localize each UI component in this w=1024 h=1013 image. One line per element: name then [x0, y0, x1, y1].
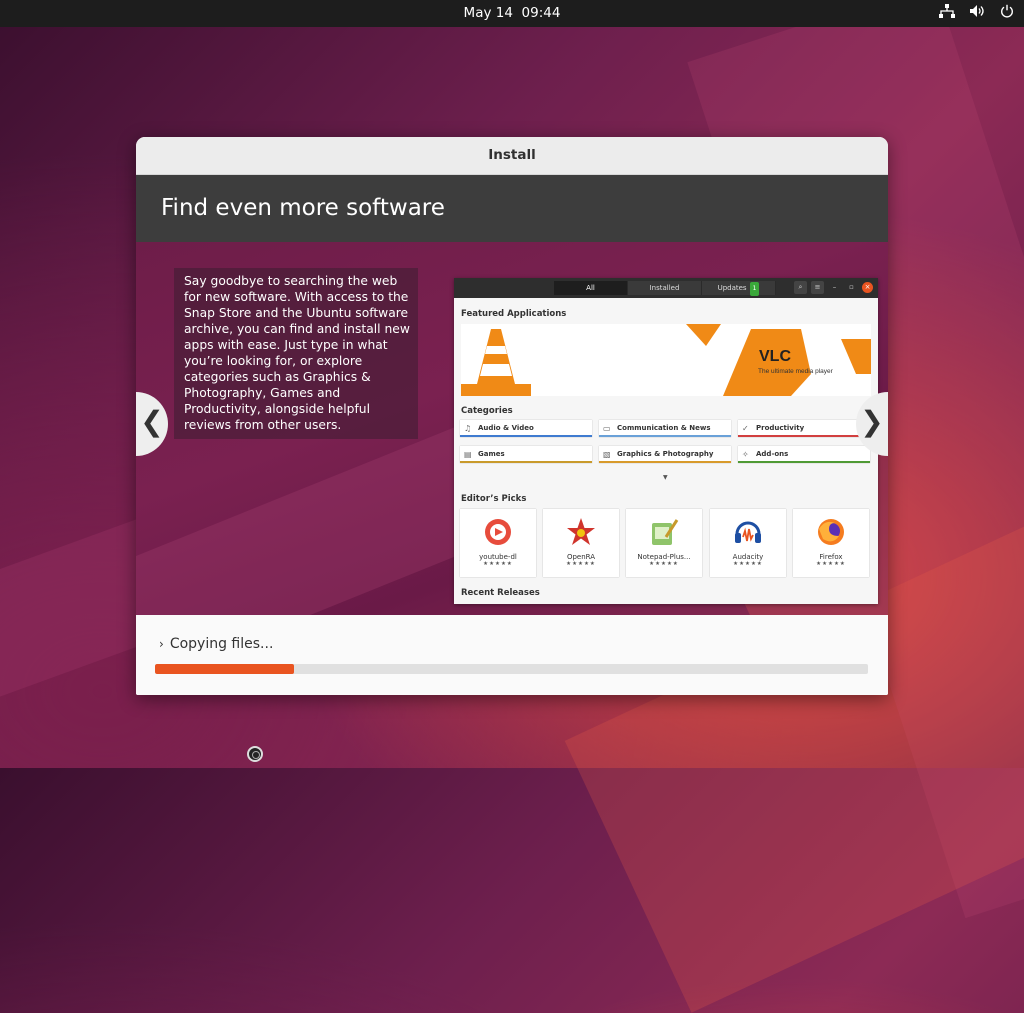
vlc-banner-art: VLC The ultimate media player — [461, 324, 871, 396]
pick-card: youtube-dl ★★★★★ — [460, 509, 536, 577]
category-games: ▤ Games — [460, 446, 592, 463]
categories-heading: Categories — [461, 406, 513, 416]
window-title[interactable]: Install — [136, 137, 888, 175]
progress-bar — [155, 664, 868, 674]
category-label: Add-ons — [756, 450, 789, 458]
category-label: Productivity — [756, 424, 805, 432]
music-icon: ♫ — [464, 424, 472, 433]
top-bar: May 14 09:44 — [0, 0, 1024, 27]
slide-description: Say goodbye to searching the web for new… — [174, 268, 418, 439]
pick-card: OpenRA ★★★★★ — [543, 509, 619, 577]
category-communication: ▭ Communication & News — [599, 420, 731, 437]
category-graphics: ▧ Graphics & Photography — [599, 446, 731, 463]
category-label: Audio & Video — [478, 424, 534, 432]
message-icon: ▭ — [603, 424, 611, 433]
pick-name: Notepad-Plus... — [637, 553, 691, 561]
image-icon: ▧ — [603, 450, 611, 459]
busy-cursor-icon — [247, 746, 263, 762]
featured-app-tagline: The ultimate media player — [758, 368, 834, 375]
category-label: Games — [478, 450, 505, 458]
editors-picks-heading: Editor’s Picks — [461, 494, 527, 504]
volume-icon[interactable] — [969, 4, 986, 18]
pick-rating: ★★★★★ — [816, 561, 846, 567]
pick-rating: ★★★★★ — [483, 561, 513, 567]
slide-heading: Find even more software — [136, 175, 888, 242]
featured-app-name: VLC — [759, 348, 791, 365]
pick-card: Notepad-Plus... ★★★★★ — [626, 509, 702, 577]
expander-chevron-icon: › — [159, 637, 164, 651]
search-icon: ⌕ — [794, 281, 807, 294]
installer-window: Install Find even more software Say good… — [136, 137, 888, 695]
network-icon[interactable] — [939, 4, 955, 18]
pick-name: youtube-dl — [479, 553, 517, 561]
close-icon: × — [862, 282, 873, 293]
progress-expander[interactable]: › Copying files... — [159, 636, 273, 652]
updates-badge: 1 — [749, 282, 760, 296]
pick-rating: ★★★★★ — [566, 561, 596, 567]
youtube-dl-icon — [485, 519, 511, 545]
minimize-icon: – — [832, 283, 837, 291]
pick-name: OpenRA — [566, 553, 596, 561]
progress-bar-fill — [155, 664, 295, 674]
pick-name: Audacity — [732, 553, 764, 561]
clock[interactable]: May 14 09:44 — [0, 5, 1024, 21]
expand-arrow-icon: ▼ — [663, 474, 668, 481]
pick-rating: ★★★★★ — [649, 561, 679, 567]
pick-card: Firefox ★★★★★ — [793, 509, 869, 577]
store-tab-updates: Updates 1 — [702, 281, 776, 296]
openra-icon — [567, 518, 595, 545]
maximize-icon: ▫ — [849, 283, 854, 291]
install-progress-footer: › Copying files... — [136, 615, 888, 695]
clock-time: 09:44 — [521, 5, 561, 21]
category-audio-video: ♫ Audio & Video — [460, 420, 592, 437]
category-label: Graphics & Photography — [617, 450, 714, 458]
power-icon[interactable] — [1000, 4, 1014, 18]
menu-icon: ≡ — [811, 281, 824, 294]
slideshow: Say goodbye to searching the web for new… — [136, 242, 888, 616]
addon-icon: ✧ — [742, 450, 749, 459]
featured-heading: Featured Applications — [461, 309, 567, 319]
pick-rating: ★★★★★ — [733, 561, 763, 567]
software-store-screenshot: All Installed Updates 1 ⌕ ≡ – ▫ × Feature… — [454, 278, 878, 604]
notepad-plus-icon — [652, 519, 679, 545]
progress-status: Copying files... — [169, 636, 274, 652]
store-headerbar: All Installed Updates 1 ⌕ ≡ – ▫ × — [454, 278, 878, 298]
firefox-icon — [818, 519, 844, 545]
store-tab-updates-label: Updates — [717, 284, 747, 292]
recent-releases-heading: Recent Releases — [461, 588, 540, 598]
pick-name: Firefox — [819, 553, 843, 561]
featured-banner: VLC The ultimate media player — [461, 324, 871, 396]
games-icon: ▤ — [464, 450, 472, 459]
system-tray[interactable] — [939, 4, 1014, 18]
store-tab-all: All — [554, 281, 628, 295]
pick-card: Audacity ★★★★★ — [710, 509, 786, 577]
clock-date: May 14 — [463, 5, 513, 21]
previous-slide-button[interactable]: ❮ — [136, 392, 168, 456]
checkbox-icon: ✓ — [742, 424, 749, 433]
category-productivity: ✓ Productivity — [738, 420, 870, 437]
category-label: Communication & News — [617, 424, 711, 432]
category-addons: ✧ Add-ons — [738, 446, 870, 463]
audacity-icon — [735, 521, 761, 543]
store-tab-installed: Installed — [628, 281, 702, 295]
